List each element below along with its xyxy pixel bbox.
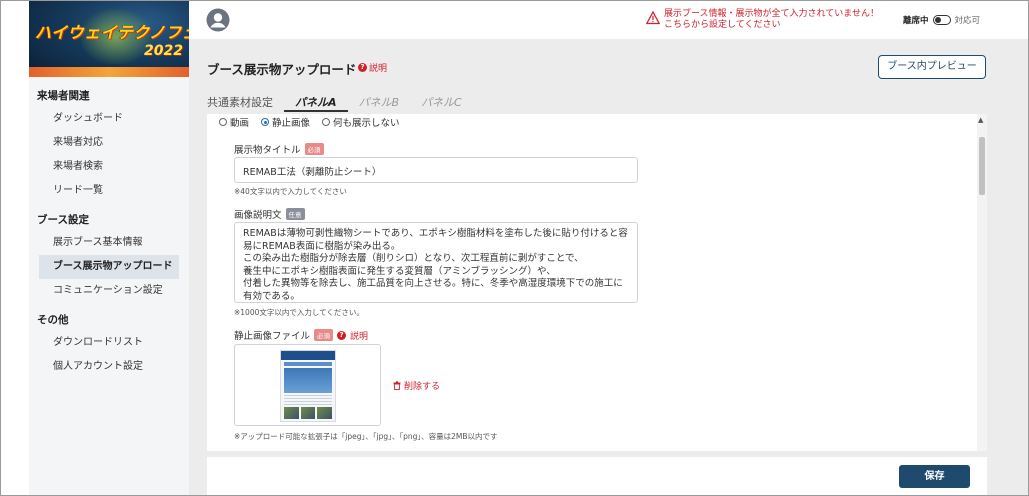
form-panel: 動画 静止画像 何も展示しない 展示物タイトル 必須 REMAB工法（剥離防止シ… xyxy=(207,114,987,451)
image-format-hint: ※アップロード可能な拡張子は「jpeg」、「jpg」、「png」、容量は2MB以… xyxy=(234,432,498,441)
radio-still-image[interactable]: 静止画像 xyxy=(261,115,310,129)
image-file-label-text: 静止画像ファイル xyxy=(234,331,311,342)
radio-none-label: 何も展示しない xyxy=(333,118,400,129)
sidebar-item-exhibit-upload[interactable]: ブース展示物アップロード xyxy=(39,255,179,279)
image-file-field-label: 静止画像ファイル 必須 ? 説明 xyxy=(234,328,368,342)
page-help-link[interactable]: ? 説明 xyxy=(358,61,387,74)
image-description-textarea[interactable]: REMABは薄物可剥性織物シートであり、エポキシ樹脂材料を塗布した後に貼り付ける… xyxy=(234,222,638,303)
tab-common-materials[interactable]: 共通素材設定 xyxy=(207,96,284,112)
image-required-badge: 必須 xyxy=(314,329,334,341)
page-help-label: 説明 xyxy=(369,64,388,74)
tab-panel-c[interactable]: パネルC xyxy=(410,96,473,112)
scrollbar-thumb[interactable] xyxy=(979,137,985,195)
user-avatar-icon[interactable] xyxy=(206,8,230,32)
sidebar-item-dashboard[interactable]: ダッシュボード xyxy=(29,107,189,131)
question-icon: ? xyxy=(337,330,347,340)
title-hint: ※40文字以内で入力してください xyxy=(234,187,347,196)
sidebar-item-account-settings[interactable]: 個人アカウント設定 xyxy=(29,355,189,379)
exhibit-title-input[interactable]: REMAB工法（剥離防止シート） xyxy=(234,157,638,183)
title-label-text: 展示物タイトル xyxy=(234,145,301,156)
description-field-label: 画像説明文 任意 xyxy=(234,207,305,221)
booth-preview-button[interactable]: ブース内プレビュー xyxy=(878,55,986,79)
nav-section-visitors: 来場者関連 xyxy=(37,90,90,102)
sidebar-item-communication[interactable]: コミュニケーション設定 xyxy=(29,279,189,303)
delete-image-label: 削除する xyxy=(404,382,441,392)
radio-still-image-dot xyxy=(261,118,270,126)
warning-icon xyxy=(646,11,660,25)
panel-scrollbar[interactable]: ▲ xyxy=(977,114,987,451)
away-label: 離席中 xyxy=(903,16,929,26)
radio-none-dot xyxy=(322,118,331,126)
warning-text: 展示ブース情報・展示物が全て入力されていません！ xyxy=(664,9,880,19)
sidebar-item-lead-list[interactable]: リード一覧 xyxy=(29,179,189,203)
scroll-up-arrow-icon[interactable]: ▲ xyxy=(978,116,983,124)
radio-video-dot xyxy=(219,118,227,126)
event-logo[interactable]: ハイウェイテクノフェア 2022 xyxy=(29,1,189,77)
delete-image-button[interactable]: 削除する xyxy=(393,379,440,392)
logo-year: 2022 xyxy=(144,43,183,59)
radio-still-image-label: 静止画像 xyxy=(272,118,311,129)
title-field-label: 展示物タイトル 必須 xyxy=(234,142,324,156)
radio-video[interactable]: 動画 xyxy=(219,115,249,129)
logo-bar xyxy=(29,67,189,77)
tab-panel-a[interactable]: パネルA xyxy=(284,96,348,112)
sidebar: ハイウェイテクノフェア 2022 来場者関連 ダッシュボード 来場者対応 来場者… xyxy=(29,1,189,495)
warning-link[interactable]: こちらから設定してください xyxy=(664,20,879,31)
display-type-radios: 動画 静止画像 何も展示しない xyxy=(219,115,400,129)
document-preview-image xyxy=(280,350,336,422)
page-title: ブース展示物アップロード xyxy=(207,62,357,77)
trash-icon xyxy=(393,381,401,390)
save-button[interactable]: 保存 xyxy=(899,465,970,488)
tab-panel-b[interactable]: パネルB xyxy=(348,96,411,112)
panel-tabs: 共通素材設定 パネルA パネルB パネルC xyxy=(207,96,473,112)
availability-toggle[interactable] xyxy=(932,15,951,25)
sidebar-item-visitor-search[interactable]: 来場者検索 xyxy=(29,155,189,179)
sidebar-nav: 来場者関連 ダッシュボード 来場者対応 来場者検索 リード一覧 ブース設定 展示… xyxy=(29,85,189,379)
exhibit-title-value: REMAB工法（剥離防止シート） xyxy=(243,167,382,178)
logo-text: ハイウェイテクノフェア xyxy=(35,23,189,42)
description-hint: ※1000文字以内で入力してください。 xyxy=(234,308,364,317)
available-label: 対応可 xyxy=(954,16,981,26)
sidebar-item-download-list[interactable]: ダウンロードリスト xyxy=(29,331,189,355)
required-badge: 必須 xyxy=(304,143,324,155)
sidebar-item-visitor-handling[interactable]: 来場者対応 xyxy=(29,131,189,155)
radio-none[interactable]: 何も展示しない xyxy=(322,115,400,129)
image-help-link[interactable]: 説明 xyxy=(350,329,368,342)
nav-section-booth: ブース設定 xyxy=(37,214,89,226)
footer-bar xyxy=(207,457,987,495)
optional-badge: 任意 xyxy=(285,208,305,220)
description-label-text: 画像説明文 xyxy=(234,210,282,221)
uploaded-image-thumbnail[interactable] xyxy=(234,344,381,426)
sidebar-item-booth-info[interactable]: 展示ブース基本情報 xyxy=(29,231,189,255)
nav-section-other: その他 xyxy=(37,314,69,326)
question-icon: ? xyxy=(358,63,367,72)
incomplete-warning[interactable]: 展示ブース情報・展示物が全て入力されていません！ こちらから設定してください xyxy=(646,9,879,31)
toggle-knob xyxy=(934,16,941,23)
radio-video-label: 動画 xyxy=(230,118,250,129)
right-margin xyxy=(993,1,1028,495)
availability-toggle-group: 離席中 対応可 xyxy=(903,14,980,26)
